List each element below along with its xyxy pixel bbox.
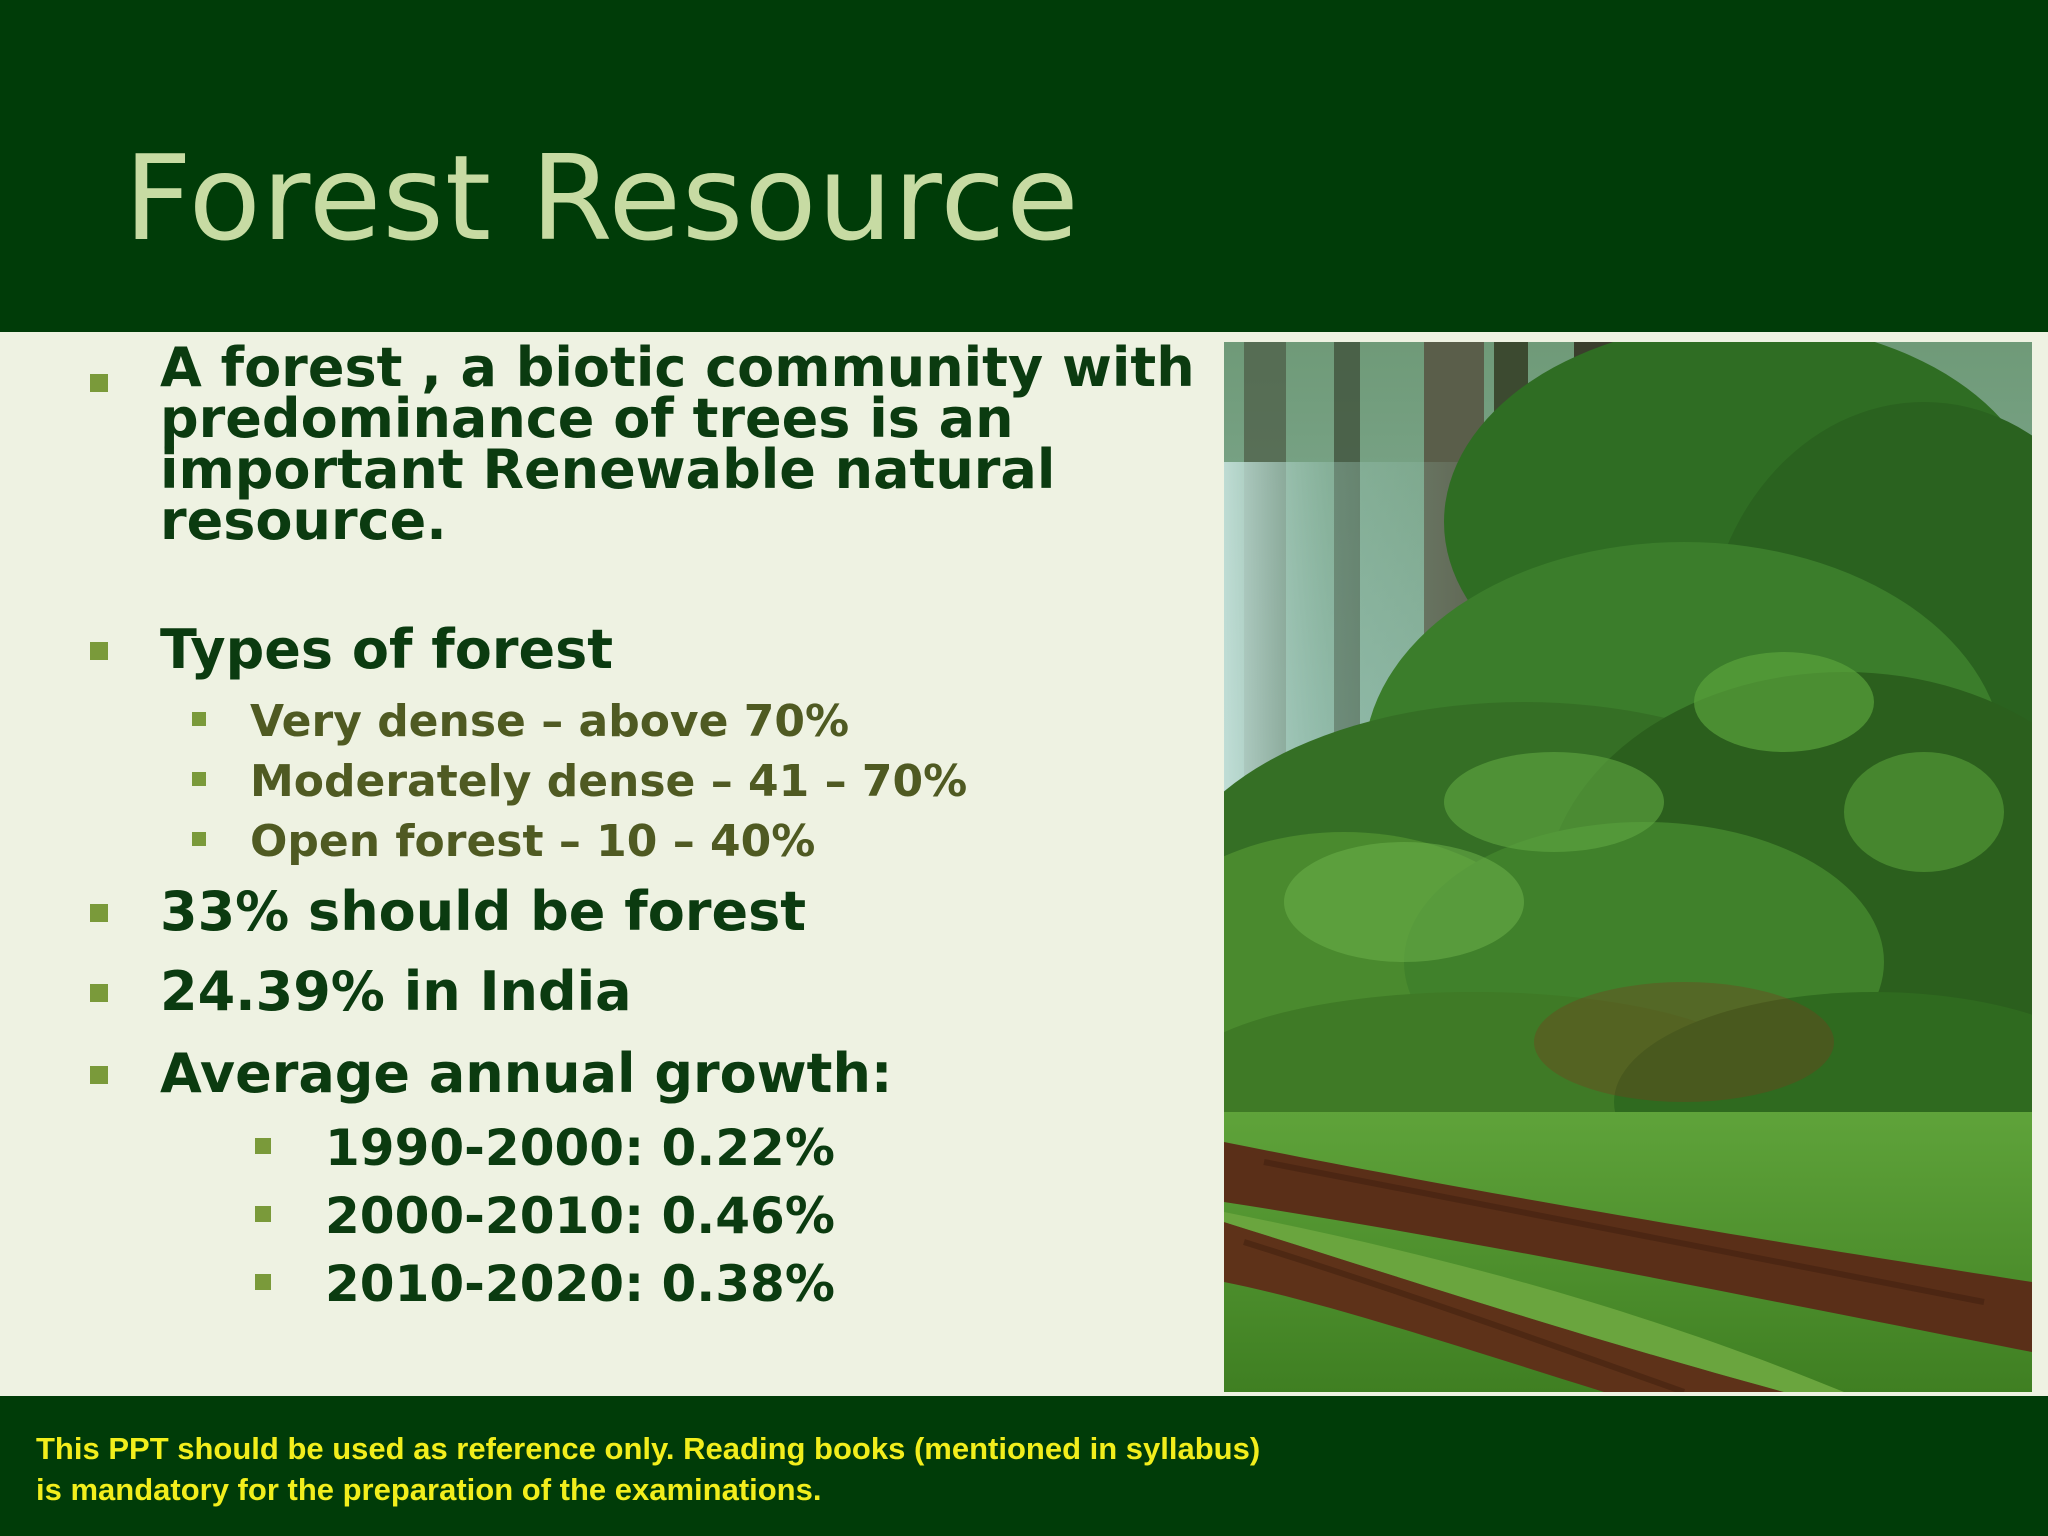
bullet-text: 24.39% in India	[160, 960, 632, 1023]
sub-bullet-marker	[192, 832, 206, 846]
bullet-item-growth: Average annual growth:	[90, 1040, 893, 1108]
sub-bullet-text: Moderately dense – 41 – 70%	[250, 756, 968, 807]
slide-title: Forest Resource	[124, 129, 1080, 267]
sub-bullet-marker	[255, 1138, 271, 1154]
disclaimer-text: This PPT should be used as reference onl…	[36, 1431, 1261, 1507]
bullet-marker	[90, 904, 108, 922]
forest-path-photo	[1224, 342, 2032, 1392]
bullet-marker	[90, 642, 108, 660]
bullet-item-india: 24.39% in India	[90, 958, 632, 1026]
bullet-text: Types of forest	[160, 618, 614, 681]
slide-header: Forest Resource	[0, 0, 2048, 332]
sub-bullet-marker	[255, 1274, 271, 1290]
bullet-line: resource.	[160, 489, 447, 552]
sub-bullet-text: 1990-2000: 0.22%	[325, 1119, 835, 1177]
sub-bullet-item: Open forest – 10 – 40%	[192, 812, 816, 872]
sub-bullet-marker	[192, 772, 206, 786]
sub-bullet-text: Open forest – 10 – 40%	[250, 816, 816, 867]
sub-bullet-item: 2000-2010: 0.46%	[255, 1182, 835, 1250]
sub-bullet-text: 2000-2010: 0.46%	[325, 1187, 835, 1245]
sub-bullet-item: 1990-2000: 0.22%	[255, 1114, 835, 1182]
bullet-text: 33% should be forest	[160, 880, 807, 943]
bullet-marker	[90, 1066, 108, 1084]
sub-bullet-text: Very dense – above 70%	[250, 696, 850, 747]
bullet-marker	[90, 374, 108, 392]
sub-bullet-item: Moderately dense – 41 – 70%	[192, 752, 968, 812]
bullet-text: Average annual growth:	[160, 1042, 893, 1105]
bullet-item-target: 33% should be forest	[90, 878, 807, 946]
sub-bullet-text: 2010-2020: 0.38%	[325, 1255, 835, 1313]
bullet-line: important Renewable natural	[160, 438, 1056, 501]
sub-bullet-item: 2010-2020: 0.38%	[255, 1250, 835, 1318]
bullet-line: A forest , a biotic community with	[160, 336, 1195, 399]
bullet-item-definition: A forest , a biotic community with predo…	[90, 336, 1195, 552]
slide-body: A forest , a biotic community with predo…	[0, 332, 1220, 1394]
sub-bullet-marker	[255, 1206, 271, 1222]
sub-bullet-marker	[192, 712, 206, 726]
bullet-item-types: Types of forest	[90, 616, 614, 684]
sub-bullet-item: Very dense – above 70%	[192, 692, 850, 752]
bullet-line: predominance of trees is an	[160, 387, 1014, 450]
bullet-marker	[90, 984, 108, 1002]
slide-footer: This PPT should be used as reference onl…	[0, 1396, 2048, 1536]
